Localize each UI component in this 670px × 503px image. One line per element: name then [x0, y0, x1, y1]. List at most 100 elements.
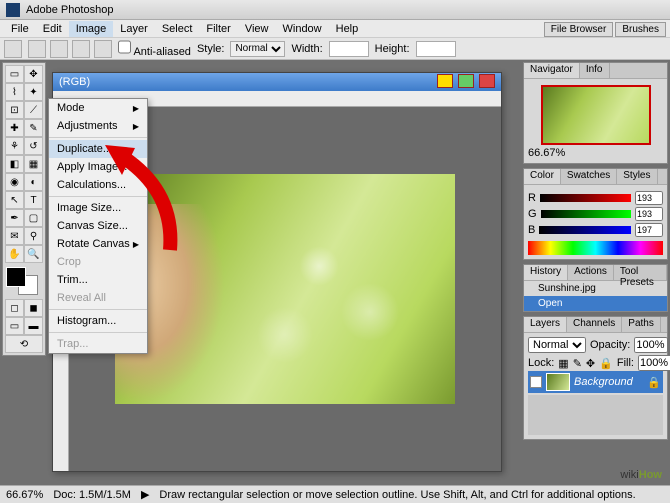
heal-tool-icon[interactable]: ✚: [5, 119, 24, 137]
layers-empty: [528, 395, 663, 435]
layers-panel: Layers Channels Paths Normal Opacity: Lo…: [523, 316, 668, 440]
lasso-tool-icon[interactable]: ⌇: [5, 83, 24, 101]
jump-imageready-icon[interactable]: ⟲: [5, 335, 43, 353]
hand-tool-icon[interactable]: ✋: [5, 245, 24, 263]
tab-color[interactable]: Color: [524, 169, 561, 184]
tab-layers[interactable]: Layers: [524, 317, 567, 332]
menu-item-rotate-canvas[interactable]: Rotate Canvas▶: [49, 235, 147, 253]
brush-tool-icon[interactable]: ✎: [24, 119, 43, 137]
g-value[interactable]: [635, 207, 663, 221]
dodge-tool-icon[interactable]: ◐: [24, 173, 43, 191]
tab-channels[interactable]: Channels: [567, 317, 622, 332]
r-label: R: [528, 192, 536, 204]
wand-tool-icon[interactable]: ✦: [24, 83, 43, 101]
menu-item-reveal-all: Reveal All: [49, 289, 147, 307]
opacity-input[interactable]: [634, 337, 668, 353]
tab-swatches[interactable]: Swatches: [561, 169, 617, 184]
lock-trans-icon[interactable]: ▦: [558, 357, 568, 370]
menu-image[interactable]: Image: [69, 21, 114, 37]
g-slider[interactable]: [541, 210, 631, 218]
menu-item-calculations-[interactable]: Calculations...: [49, 176, 147, 194]
move-tool-icon[interactable]: ✥: [24, 65, 43, 83]
menu-item-adjustments[interactable]: Adjustments▶: [49, 117, 147, 135]
menu-layer[interactable]: Layer: [113, 21, 155, 37]
lock-paint-icon[interactable]: ✎: [573, 357, 582, 370]
width-input[interactable]: [329, 41, 369, 57]
blend-mode-select[interactable]: Normal: [528, 337, 586, 353]
document-titlebar[interactable]: (RGB): [53, 73, 501, 91]
screen-std-icon[interactable]: ▭: [5, 317, 24, 335]
tab-history[interactable]: History: [524, 265, 568, 280]
menu-item-histogram-[interactable]: Histogram...: [49, 312, 147, 330]
menu-help[interactable]: Help: [329, 21, 366, 37]
brushes-button[interactable]: Brushes: [615, 22, 666, 37]
lock-icon: 🔒: [647, 376, 661, 389]
layer-name: Background: [574, 376, 633, 388]
tab-paths[interactable]: Paths: [622, 317, 661, 332]
menu-window[interactable]: Window: [276, 21, 329, 37]
crop-tool-icon[interactable]: ⊡: [5, 101, 24, 119]
tab-styles[interactable]: Styles: [617, 169, 657, 184]
pen-tool-icon[interactable]: ✒: [5, 209, 24, 227]
marquee-add-icon[interactable]: [50, 40, 68, 58]
lock-move-icon[interactable]: ✥: [586, 357, 595, 370]
menu-view[interactable]: View: [238, 21, 276, 37]
menu-item-image-size-[interactable]: Image Size...: [49, 199, 147, 217]
menu-item-duplicate-[interactable]: Duplicate...: [49, 140, 147, 158]
maximize-icon[interactable]: [458, 74, 474, 88]
style-label: Style:: [197, 43, 225, 55]
tab-navigator[interactable]: Navigator: [524, 63, 580, 78]
visibility-icon[interactable]: [530, 376, 542, 388]
layer-row[interactable]: Background 🔒: [528, 371, 663, 393]
fill-input[interactable]: [638, 355, 670, 371]
screen-full-icon[interactable]: ▬: [24, 317, 43, 335]
tool-preset-icon[interactable]: [4, 40, 22, 58]
eraser-tool-icon[interactable]: ◧: [5, 155, 24, 173]
r-slider[interactable]: [540, 194, 631, 202]
history-state[interactable]: Open: [524, 296, 667, 311]
tab-actions[interactable]: Actions: [568, 265, 614, 280]
menu-file[interactable]: File: [4, 21, 36, 37]
b-value[interactable]: [635, 223, 663, 237]
mode-quickmask-icon[interactable]: ◼: [24, 299, 43, 317]
marquee-tool-icon[interactable]: ▭: [5, 65, 24, 83]
style-select[interactable]: Normal: [230, 41, 285, 57]
path-tool-icon[interactable]: ↖: [5, 191, 24, 209]
height-label: Height:: [375, 43, 410, 55]
color-swatch[interactable]: [6, 267, 42, 295]
menu-item-canvas-size-[interactable]: Canvas Size...: [49, 217, 147, 235]
shape-tool-icon[interactable]: ▢: [24, 209, 43, 227]
menu-edit[interactable]: Edit: [36, 21, 69, 37]
marquee-int-icon[interactable]: [94, 40, 112, 58]
tab-toolpresets[interactable]: Tool Presets: [614, 265, 667, 280]
mode-standard-icon[interactable]: ◻: [5, 299, 24, 317]
minimize-icon[interactable]: [437, 74, 453, 88]
marquee-sub-icon[interactable]: [72, 40, 90, 58]
menu-select[interactable]: Select: [155, 21, 200, 37]
spectrum-bar[interactable]: [528, 241, 663, 255]
history-brush-icon[interactable]: ↺: [24, 137, 43, 155]
r-value[interactable]: [635, 191, 663, 205]
tab-info[interactable]: Info: [580, 63, 610, 78]
b-slider[interactable]: [539, 226, 631, 234]
stamp-tool-icon[interactable]: ⚘: [5, 137, 24, 155]
close-icon[interactable]: [479, 74, 495, 88]
menu-item-apply-image-[interactable]: Apply Image...: [49, 158, 147, 176]
type-tool-icon[interactable]: T: [24, 191, 43, 209]
lock-all-icon[interactable]: 🔒: [599, 357, 613, 370]
gradient-tool-icon[interactable]: ▦: [24, 155, 43, 173]
eyedropper-tool-icon[interactable]: ⚲: [24, 227, 43, 245]
navigator-thumbnail[interactable]: [541, 85, 651, 145]
file-browser-button[interactable]: File Browser: [544, 22, 614, 37]
menu-item-trim-[interactable]: Trim...: [49, 271, 147, 289]
menu-item-mode[interactable]: Mode▶: [49, 99, 147, 117]
notes-tool-icon[interactable]: ✉: [5, 227, 24, 245]
slice-tool-icon[interactable]: ⟋: [24, 101, 43, 119]
status-zoom[interactable]: 66.67%: [6, 489, 43, 501]
menu-filter[interactable]: Filter: [199, 21, 237, 37]
height-input[interactable]: [416, 41, 456, 57]
blur-tool-icon[interactable]: ◉: [5, 173, 24, 191]
antialias-checkbox[interactable]: Anti-aliased: [118, 39, 191, 58]
zoom-tool-icon[interactable]: 🔍: [24, 245, 43, 263]
marquee-rect-icon[interactable]: [28, 40, 46, 58]
